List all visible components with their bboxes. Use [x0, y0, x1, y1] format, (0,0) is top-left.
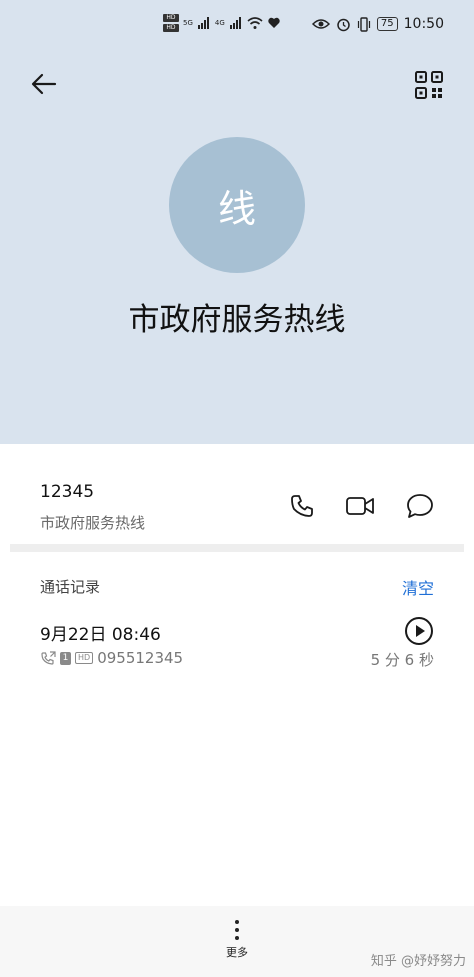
- network-4g: 4G: [214, 19, 225, 27]
- call-record-datetime: 9月22日 08:46: [40, 625, 161, 645]
- call-record[interactable]: 9月22日 08:46 1 HD 095512345 5 分 6 秒: [0, 612, 474, 682]
- sim-card-badge: 1: [60, 651, 71, 665]
- more-vertical-icon: [235, 920, 239, 940]
- call-log-title: 通话记录: [40, 578, 101, 596]
- message-icon: [407, 494, 433, 518]
- status-bar: HD HD 5G 4G 75 10:50: [0, 0, 474, 50]
- call-record-meta: 1 HD 095512345: [40, 649, 183, 667]
- signal-icon: [229, 17, 241, 29]
- contact-header: HD HD 5G 4G 75 10:50 线 市政府服务热线: [0, 0, 474, 444]
- hd-badges: HD HD: [163, 14, 179, 32]
- phone-icon: [291, 495, 313, 517]
- network-5g: 5G: [183, 19, 193, 27]
- vibrate-icon: [357, 16, 371, 32]
- bottom-bar: 更多 知乎 @妤妤努力: [0, 906, 474, 977]
- status-right: 75 10:50: [311, 16, 444, 32]
- heart-icon: [268, 17, 280, 28]
- more-button[interactable]: 更多: [217, 918, 257, 970]
- avatar-letter: 线: [217, 186, 256, 231]
- clock: 10:50: [403, 16, 444, 32]
- call-duration: 5 分 6 秒: [370, 651, 434, 669]
- back-button[interactable]: [28, 68, 60, 100]
- message-button[interactable]: [400, 486, 440, 526]
- signal-icon: [197, 17, 209, 29]
- qr-code-icon[interactable]: [414, 70, 444, 100]
- hd-badge-1: HD: [163, 14, 179, 22]
- battery-indicator: 75: [376, 17, 398, 31]
- play-recording-icon[interactable]: [404, 616, 434, 646]
- hd-badge-2: HD: [163, 24, 179, 32]
- hd-call-badge: HD: [75, 652, 94, 664]
- arrow-left-icon: [31, 73, 57, 95]
- contact-avatar[interactable]: 线: [169, 137, 305, 273]
- call-button[interactable]: [282, 486, 322, 526]
- phone-number-label: 市政府服务热线: [40, 514, 146, 532]
- alarm-icon: [337, 18, 350, 31]
- status-left: HD HD 5G 4G: [163, 14, 281, 32]
- call-record-number: 095512345: [97, 649, 184, 667]
- more-label: 更多: [226, 946, 248, 959]
- outgoing-call-icon: [41, 651, 56, 665]
- video-call-button[interactable]: [340, 486, 380, 526]
- phone-number: 12345: [40, 482, 95, 502]
- wifi-icon: [247, 17, 263, 29]
- section-divider: [10, 544, 464, 552]
- phone-number-row[interactable]: 12345 市政府服务热线: [0, 468, 474, 540]
- clear-call-log-button[interactable]: 清空: [402, 575, 434, 599]
- contact-name: 市政府服务热线: [128, 302, 346, 338]
- watermark: 知乎 @妤妤努力: [370, 954, 466, 969]
- eye-icon: [311, 19, 330, 29]
- video-icon: [346, 497, 374, 515]
